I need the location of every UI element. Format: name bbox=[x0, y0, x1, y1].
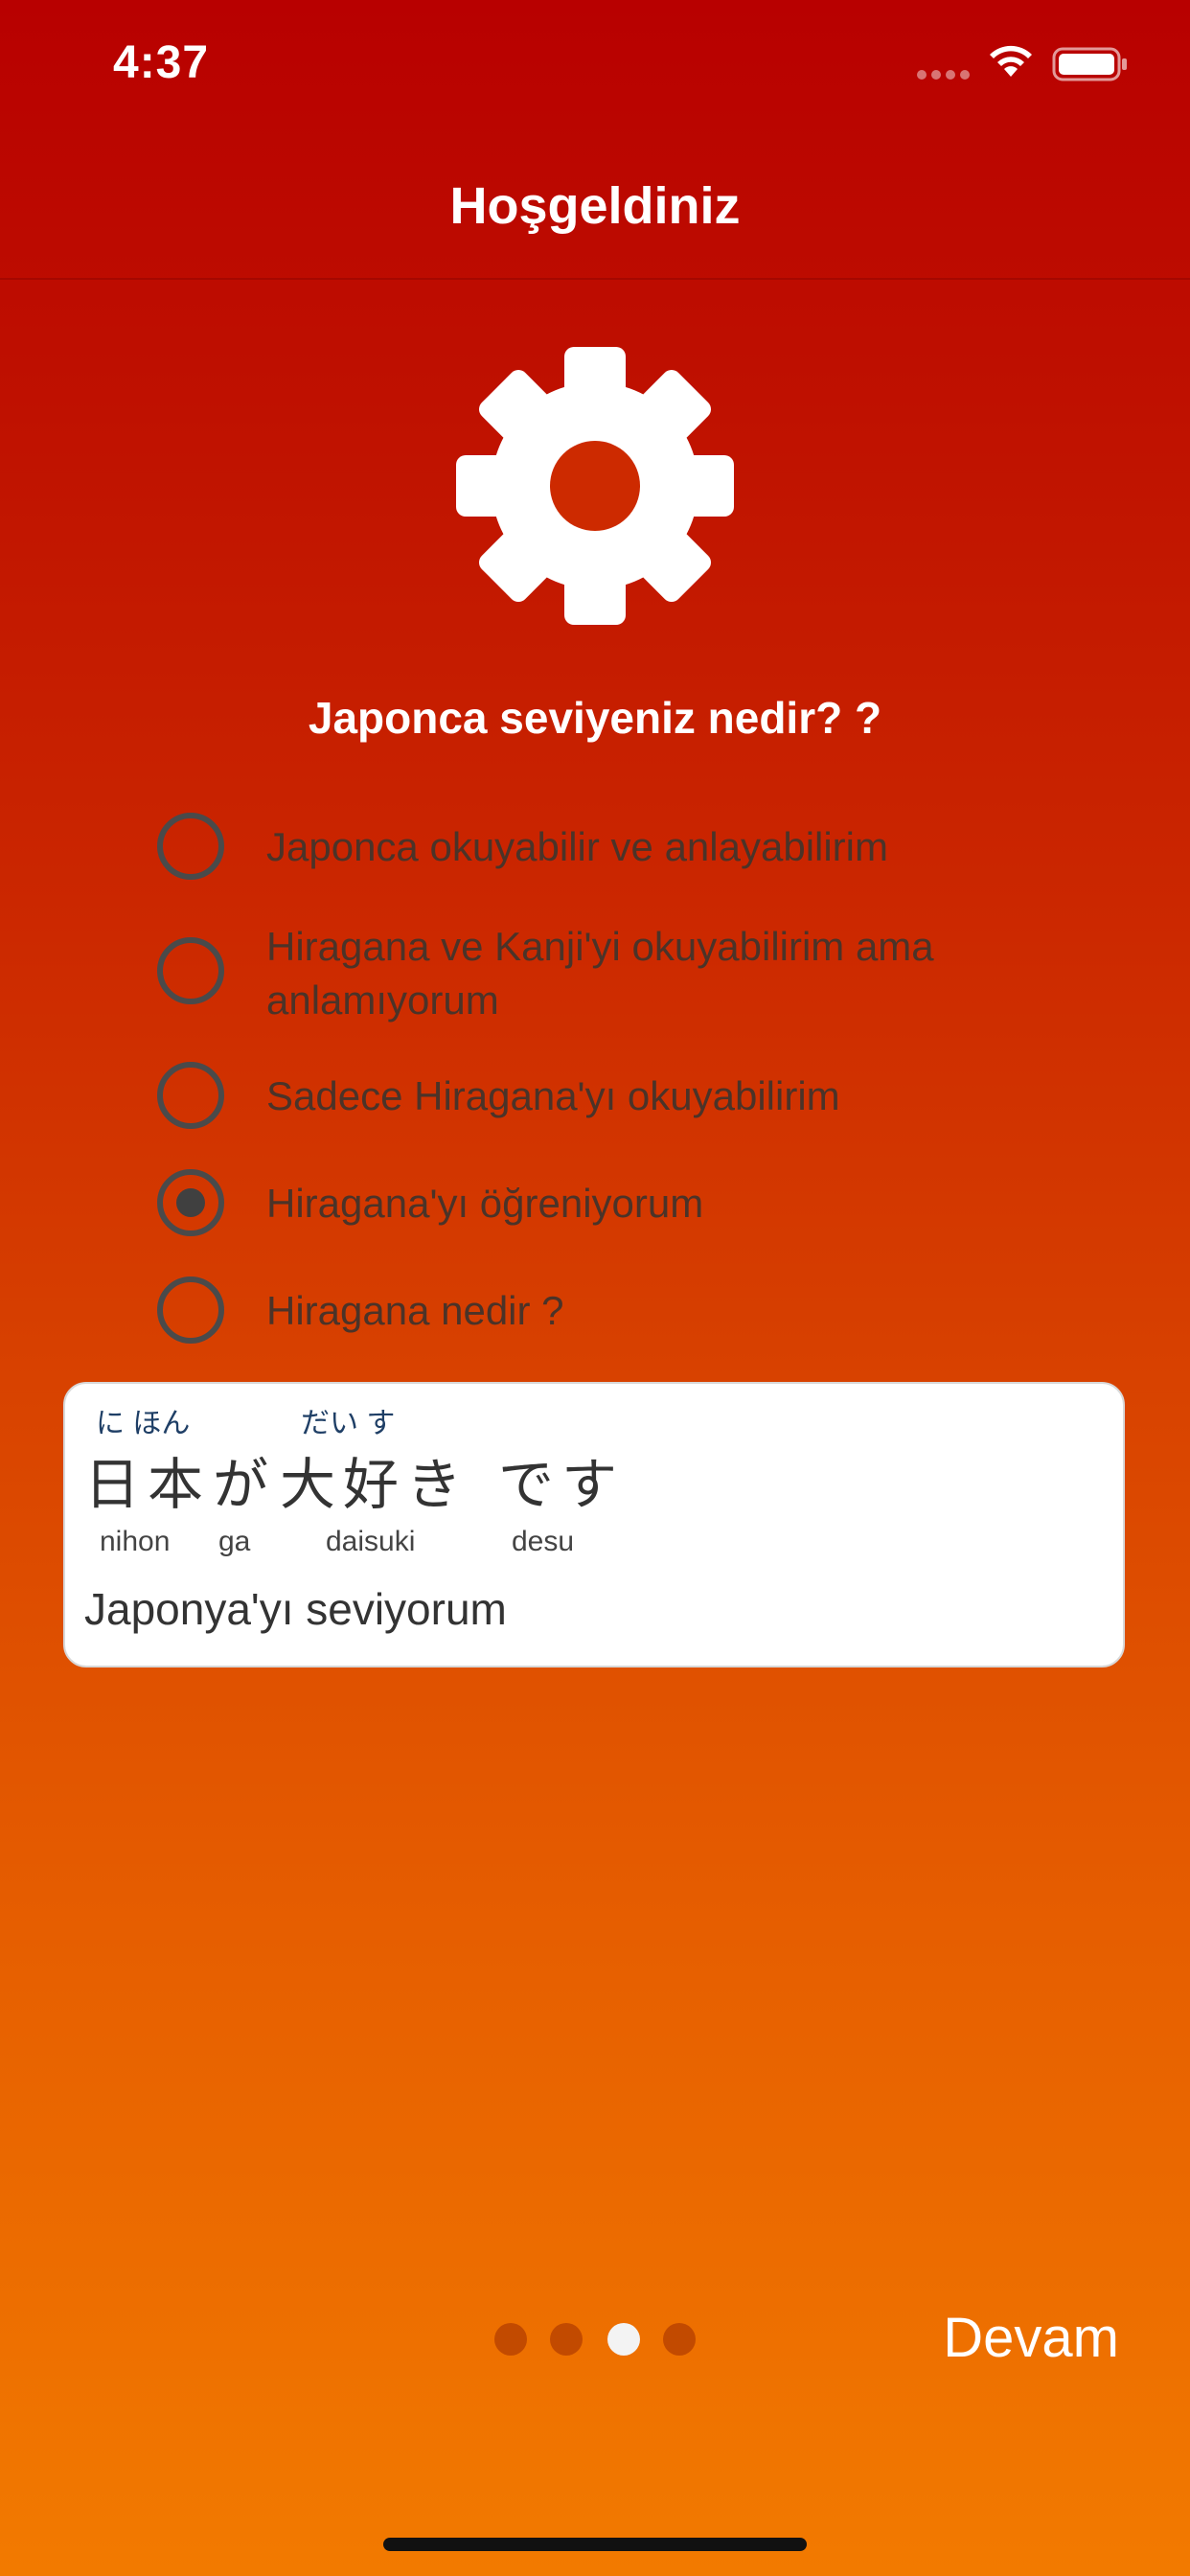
navigation-bar: Hoşgeldiniz bbox=[0, 125, 1190, 280]
option-label: Hiragana nedir ? bbox=[266, 1288, 564, 1333]
kanji-text: が bbox=[213, 1452, 277, 1517]
page-dot-4[interactable] bbox=[663, 2323, 696, 2356]
level-question: Japonca seviyeniz nedir? ? bbox=[308, 693, 882, 743]
radio-selected-dot bbox=[176, 1188, 205, 1217]
page-dot-3-active[interactable] bbox=[607, 2323, 640, 2356]
option-label: Sadece Hiragana'yı okuyabilirim bbox=[266, 1073, 840, 1118]
radio-button[interactable] bbox=[157, 1276, 224, 1344]
option-label: Hiragana ve Kanji'yi okuyabilirim ama an… bbox=[266, 924, 934, 1023]
radio-button[interactable] bbox=[157, 937, 224, 1004]
romaji: ga bbox=[218, 1526, 251, 1557]
romaji: desu bbox=[512, 1526, 575, 1557]
option-learning-hiragana[interactable]: Hiragana'yı öğreniyorum bbox=[157, 1169, 1058, 1246]
gear-icon bbox=[456, 347, 734, 625]
continue-button[interactable]: Devam bbox=[908, 2300, 1119, 2377]
page-dot-2[interactable] bbox=[550, 2323, 583, 2356]
option-read-understand[interactable]: Japonca okuyabilir ve anlayabilirim bbox=[157, 813, 1058, 889]
romaji: daisuki bbox=[326, 1526, 416, 1557]
example-sentence-card: に ほん 日本 nihon が ga だい す 大好き daisuki です d… bbox=[63, 1382, 1125, 1668]
page-title: Hoşgeldiniz bbox=[449, 177, 741, 235]
option-read-hiragana-kanji[interactable]: Hiragana ve Kanji'yi okuyabilirim ama an… bbox=[157, 924, 1058, 1052]
cellular-signal-icon bbox=[917, 70, 970, 80]
battery-icon bbox=[1052, 47, 1127, 81]
option-label: Japonca okuyabilir ve anlayabilirim bbox=[266, 824, 888, 869]
furigana: に ほん bbox=[96, 1408, 191, 1439]
kanji-text: 大好き bbox=[280, 1452, 470, 1517]
kanji-text: です bbox=[498, 1452, 626, 1517]
wifi-icon bbox=[990, 45, 1032, 77]
page-indicator[interactable] bbox=[491, 2321, 701, 2359]
home-indicator[interactable] bbox=[383, 2538, 807, 2551]
option-label: Hiragana'yı öğreniyorum bbox=[266, 1181, 704, 1226]
kanji-text: 日本 bbox=[84, 1452, 212, 1517]
radio-button[interactable] bbox=[157, 1062, 224, 1129]
furigana: だい す bbox=[301, 1408, 396, 1439]
romaji: nihon bbox=[100, 1526, 171, 1557]
example-translation: Japonya'yı seviyorum bbox=[84, 1584, 507, 1634]
status-bar: 4:37 bbox=[0, 0, 1190, 125]
page-dot-1[interactable] bbox=[494, 2323, 527, 2356]
option-what-is-hiragana[interactable]: Hiragana nedir ? bbox=[157, 1276, 1058, 1353]
option-read-hiragana-only[interactable]: Sadece Hiragana'yı okuyabilirim bbox=[157, 1062, 1058, 1138]
status-time: 4:37 bbox=[113, 37, 210, 88]
radio-button[interactable] bbox=[157, 813, 224, 880]
radio-button-selected[interactable] bbox=[157, 1169, 224, 1236]
